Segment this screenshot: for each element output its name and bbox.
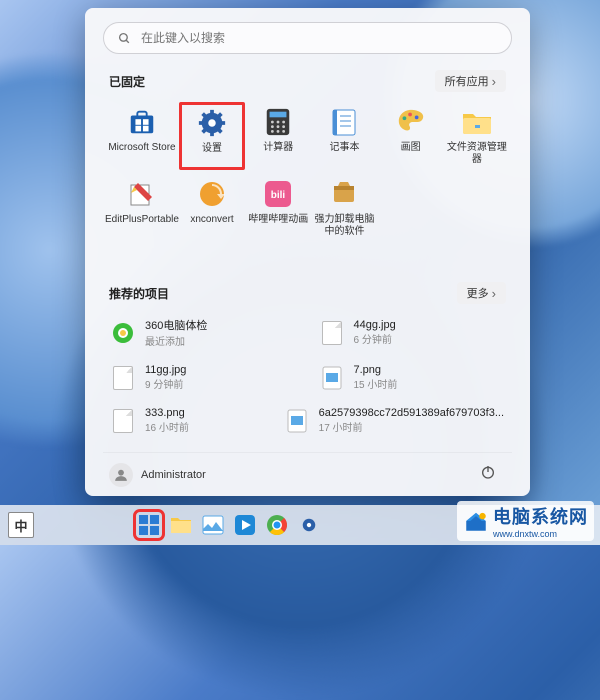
reco-name: 7.png bbox=[354, 364, 398, 376]
start-menu-footer: Administrator bbox=[103, 452, 512, 496]
start-menu: 已固定 所有应用 Microsoft Store 设置 计算器 记事本 画图 文… bbox=[85, 8, 530, 496]
settings-icon bbox=[299, 515, 319, 535]
power-icon bbox=[480, 464, 496, 480]
app-label: 记事本 bbox=[329, 142, 359, 164]
uninstaller-icon bbox=[328, 178, 360, 210]
reco-item[interactable]: 7.png15 小时前 bbox=[318, 361, 507, 394]
app-tile-ms-store[interactable]: Microsoft Store bbox=[105, 102, 179, 170]
image-file-icon bbox=[285, 409, 309, 433]
ime-indicator[interactable]: 中 bbox=[8, 512, 34, 538]
watermark: 电脑系统网 www.dnxtw.com bbox=[457, 501, 594, 541]
watermark-url: www.dnxtw.com bbox=[493, 529, 588, 539]
search-icon bbox=[118, 32, 131, 45]
reco-meta: 17 小时前 bbox=[319, 419, 504, 434]
taskbar-photos[interactable] bbox=[200, 512, 226, 538]
app-tile-paint[interactable]: 画图 bbox=[378, 102, 444, 170]
windows-icon bbox=[138, 514, 160, 536]
reco-name: 333.png bbox=[145, 407, 189, 419]
app-tile-editplus[interactable]: EditPlusPortable bbox=[105, 174, 179, 242]
reco-meta: 16 小时前 bbox=[145, 419, 189, 434]
watermark-text: 电脑系统网 bbox=[493, 503, 588, 529]
search-input[interactable] bbox=[141, 31, 497, 45]
reco-name: 11gg.jpg bbox=[145, 364, 186, 376]
calculator-icon bbox=[262, 106, 294, 138]
app-label: xnconvert bbox=[190, 214, 233, 236]
app-tile-calculator[interactable]: 计算器 bbox=[245, 102, 311, 170]
reco-meta: 最近添加 bbox=[145, 333, 207, 348]
app-tile-explorer[interactable]: 文件资源管理器 bbox=[444, 102, 510, 170]
svg-text:bili: bili bbox=[271, 190, 286, 201]
app-tile-bilibili[interactable]: bili 哔哩哔哩动画 bbox=[245, 174, 311, 242]
app-label: 强力卸载电脑中的软件 bbox=[311, 214, 377, 238]
app-label: Microsoft Store bbox=[108, 142, 175, 164]
app-360-icon bbox=[111, 321, 135, 345]
file-icon bbox=[320, 321, 344, 345]
app-tile-xnconvert[interactable]: xnconvert bbox=[179, 174, 245, 242]
taskbar-explorer[interactable] bbox=[168, 512, 194, 538]
image-file-icon bbox=[320, 366, 344, 390]
reco-item[interactable]: 333.png16 小时前 bbox=[109, 404, 263, 437]
recommended-title: 推荐的项目 bbox=[109, 285, 169, 302]
app-label: EditPlusPortable bbox=[105, 214, 179, 236]
more-button[interactable]: 更多 bbox=[457, 282, 506, 304]
app-label: 文件资源管理器 bbox=[444, 142, 510, 166]
reco-meta: 6 分钟前 bbox=[354, 331, 396, 346]
bilibili-icon: bili bbox=[262, 178, 294, 210]
taskbar-chrome[interactable] bbox=[264, 512, 290, 538]
recommended-list: 360电脑体检最近添加 44gg.jpg6 分钟前 11gg.jpg9 分钟前 … bbox=[103, 314, 512, 447]
chrome-icon bbox=[266, 514, 288, 536]
paint-icon bbox=[395, 106, 427, 138]
search-bar[interactable] bbox=[103, 22, 512, 54]
xnconvert-icon bbox=[196, 178, 228, 210]
media-player-icon bbox=[234, 514, 256, 536]
user-account-button[interactable]: Administrator bbox=[109, 463, 206, 487]
taskbar-start-button[interactable] bbox=[136, 512, 162, 538]
reco-item[interactable]: 11gg.jpg9 分钟前 bbox=[109, 361, 298, 394]
watermark-logo-icon bbox=[463, 508, 489, 534]
notepad-icon bbox=[328, 106, 360, 138]
reco-name: 44gg.jpg bbox=[354, 319, 396, 331]
avatar-icon bbox=[109, 463, 133, 487]
reco-item[interactable]: 44gg.jpg6 分钟前 bbox=[318, 314, 507, 351]
taskbar-media-player[interactable] bbox=[232, 512, 258, 538]
reco-name: 360电脑体检 bbox=[145, 317, 207, 333]
reco-item[interactable]: 6a2579398cc72d591389af679703f3...17 小时前 bbox=[283, 404, 506, 437]
reco-meta: 15 小时前 bbox=[354, 376, 398, 391]
reco-item[interactable]: 360电脑体检最近添加 bbox=[109, 314, 298, 351]
photos-icon bbox=[202, 515, 224, 535]
app-label: 哔哩哔哩动画 bbox=[248, 214, 308, 236]
reco-name: 6a2579398cc72d591389af679703f3... bbox=[319, 407, 504, 419]
editplus-icon bbox=[126, 178, 158, 210]
app-label: 画图 bbox=[401, 142, 421, 164]
app-tile-notepad[interactable]: 记事本 bbox=[311, 102, 377, 170]
explorer-icon bbox=[170, 515, 192, 535]
app-label: 设置 bbox=[202, 143, 222, 165]
ms-store-icon bbox=[126, 106, 158, 138]
pinned-title: 已固定 bbox=[109, 73, 145, 90]
app-tile-uninstaller[interactable]: 强力卸载电脑中的软件 bbox=[311, 174, 377, 242]
user-name: Administrator bbox=[141, 469, 206, 481]
reco-meta: 9 分钟前 bbox=[145, 376, 186, 391]
app-tile-settings[interactable]: 设置 bbox=[179, 102, 245, 170]
file-icon bbox=[111, 366, 135, 390]
explorer-icon bbox=[461, 106, 493, 138]
pinned-grid: Microsoft Store 设置 计算器 记事本 画图 文件资源管理器 Ed… bbox=[103, 102, 512, 242]
taskbar-settings[interactable] bbox=[296, 512, 322, 538]
file-icon bbox=[111, 409, 135, 433]
all-apps-button[interactable]: 所有应用 bbox=[435, 70, 506, 92]
app-label: 计算器 bbox=[263, 142, 293, 164]
settings-icon bbox=[196, 107, 228, 139]
power-button[interactable] bbox=[474, 458, 502, 491]
